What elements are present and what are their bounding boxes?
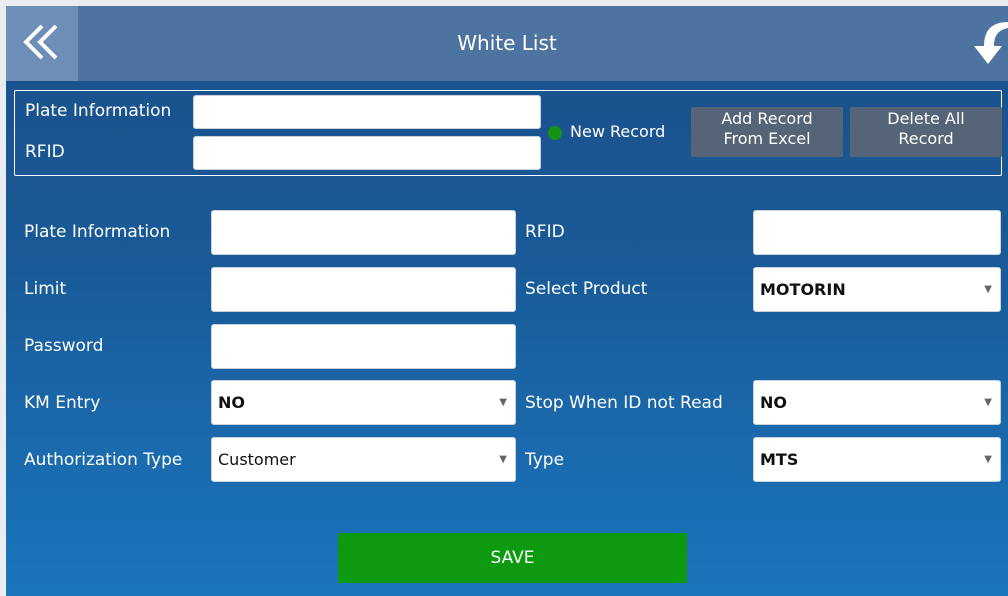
curved-arrow-down-icon	[974, 22, 1008, 64]
password-label: Password	[24, 336, 104, 356]
authorization-type-label: Authorization Type	[24, 450, 183, 470]
plate-label: Plate Information	[24, 222, 171, 242]
limit-label: Limit	[24, 279, 67, 299]
page-title: White List	[457, 31, 557, 55]
search-plate-label: Plate Information	[25, 101, 172, 121]
chevron-down-icon: ▼	[984, 454, 992, 465]
km-entry-select[interactable]: NO ▼	[211, 380, 516, 425]
rfid-input[interactable]	[753, 210, 1001, 255]
type-label: Type	[525, 450, 565, 470]
select-product-select[interactable]: MOTORIN ▼	[753, 267, 1001, 312]
km-entry-label: KM Entry	[24, 393, 101, 413]
search-rfid-label: RFID	[25, 142, 65, 162]
stop-when-id-not-read-select[interactable]: NO ▼	[753, 380, 1001, 425]
header-bar: White List	[6, 6, 1008, 81]
type-select[interactable]: MTS ▼	[753, 437, 1001, 482]
km-entry-value: NO	[218, 393, 245, 412]
white-list-window: White List Plate Information RFID New Re…	[6, 6, 1008, 596]
save-button[interactable]: SAVE	[338, 533, 687, 583]
search-rfid-input[interactable]	[193, 136, 541, 170]
new-record-link[interactable]: New Record	[570, 122, 665, 141]
delete-all-record-button[interactable]: Delete All Record	[850, 107, 1002, 157]
chevron-down-icon: ▼	[499, 454, 507, 465]
select-product-value: MOTORIN	[760, 280, 846, 299]
search-panel: Plate Information RFID New Record Add Re…	[14, 90, 1002, 176]
chevron-down-icon: ▼	[984, 397, 992, 408]
limit-input[interactable]	[211, 267, 516, 312]
chevron-down-icon: ▼	[499, 397, 507, 408]
select-product-label: Select Product	[525, 279, 648, 299]
stop-when-id-not-read-value: NO	[760, 393, 787, 412]
password-input[interactable]	[211, 324, 516, 369]
stop-when-id-not-read-label: Stop When ID not Read	[525, 393, 723, 413]
authorization-type-select[interactable]: Customer ▼	[211, 437, 516, 482]
rfid-label: RFID	[525, 222, 565, 242]
authorization-type-value: Customer	[218, 450, 296, 469]
type-value: MTS	[760, 450, 799, 469]
status-dot	[548, 126, 562, 140]
plate-input[interactable]	[211, 210, 516, 255]
add-record-from-excel-button[interactable]: Add Record From Excel	[691, 107, 843, 157]
search-plate-input[interactable]	[193, 95, 541, 129]
refresh-button[interactable]	[964, 20, 1008, 66]
chevron-down-icon: ▼	[984, 284, 992, 295]
